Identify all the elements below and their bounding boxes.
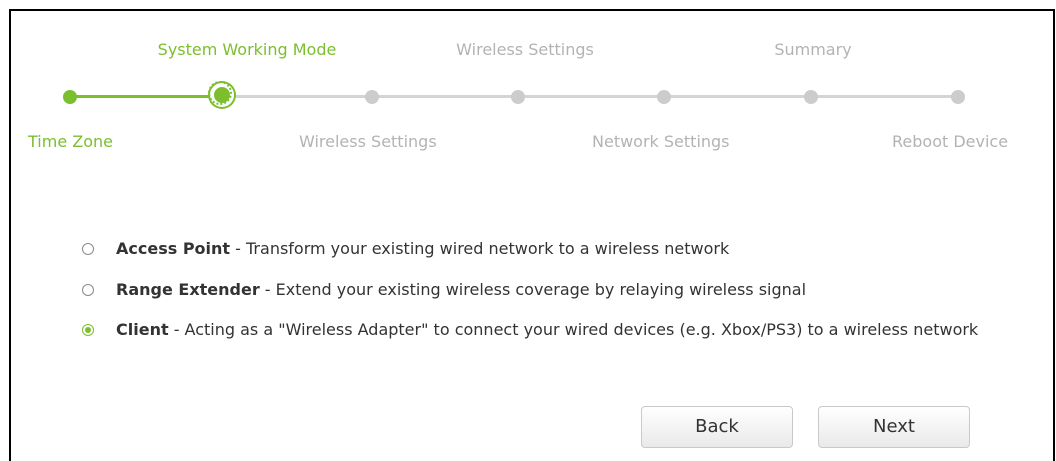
next-button[interactable]: Next <box>818 406 970 448</box>
step-dot-6 <box>804 90 818 104</box>
client-label: Client <box>116 320 169 339</box>
mode-option-client[interactable]: Client - Acting as a "Wireless Adapter" … <box>82 317 1026 342</box>
step-dot-3 <box>365 90 379 104</box>
access-point-description: - Transform your existing wired network … <box>230 239 730 258</box>
back-button[interactable]: Back <box>641 406 793 448</box>
bottom-step-time-zone: Time Zone <box>28 132 113 151</box>
step-dot-5 <box>657 90 671 104</box>
bottom-step-reboot-device: Reboot Device <box>892 132 1009 151</box>
mode-option-access-point[interactable]: Access Point - Transform your existing w… <box>82 236 1032 261</box>
client-radio-selected[interactable] <box>82 324 94 336</box>
step-dot-reboot-device <box>951 90 965 104</box>
range-extender-label: Range Extender <box>116 280 260 299</box>
top-step-system-working-mode: System Working Mode <box>157 40 337 59</box>
top-step-wireless-settings: Wireless Settings <box>456 40 594 59</box>
step-dot-4 <box>511 90 525 104</box>
client-description: - Acting as a "Wireless Adapter" to conn… <box>168 320 979 339</box>
wizard-panel <box>9 9 1055 461</box>
access-point-label: Access Point <box>116 239 231 258</box>
step-dot-time-zone <box>63 90 77 104</box>
top-step-summary: Summary <box>774 40 852 59</box>
range-extender-radio[interactable] <box>82 284 94 296</box>
progress-track-completed <box>70 95 224 98</box>
range-extender-description: - Extend your existing wireless coverage… <box>259 280 807 299</box>
access-point-radio[interactable] <box>82 243 94 255</box>
mode-option-range-extender[interactable]: Range Extender - Extend your existing wi… <box>82 277 1032 302</box>
bottom-step-wireless-settings: Wireless Settings <box>299 132 437 151</box>
bottom-step-network-settings: Network Settings <box>592 132 730 151</box>
progress-track-remaining <box>224 95 958 98</box>
step-dot-system-working-mode-current <box>208 81 234 107</box>
